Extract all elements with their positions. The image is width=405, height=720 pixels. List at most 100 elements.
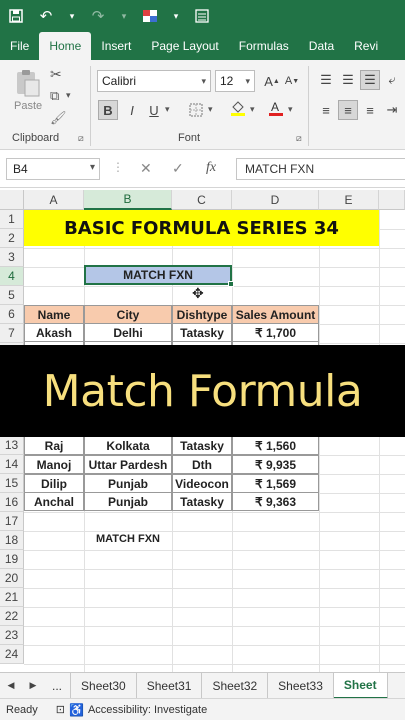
tab-formulas[interactable]: Formulas [229,32,299,60]
tab-insert[interactable]: Insert [91,32,141,60]
table-header[interactable]: Name [24,305,84,324]
form-icon[interactable] [194,8,210,24]
row-header[interactable]: 17 [0,512,24,531]
table-format-icon[interactable] [142,8,158,24]
paste-icon[interactable] [12,68,42,98]
borders-icon[interactable] [186,100,206,120]
row-header[interactable]: 3 [0,248,24,267]
table-cell[interactable]: Uttar Pardesh [84,455,172,474]
row-header[interactable]: 18 [0,531,24,550]
table-cell[interactable]: Dilip [24,474,84,493]
undo-icon[interactable]: ↶ [38,8,54,25]
wrap-text-icon[interactable]: ⤶ [382,70,402,90]
fill-handle[interactable] [228,281,234,287]
insert-function-button[interactable]: fx [206,160,216,176]
row-header[interactable]: 5 [0,286,24,305]
column-header-f[interactable] [379,190,405,210]
row-header[interactable]: 7 [0,324,24,343]
table-cell[interactable]: ₹ 9,363 [232,492,319,511]
table-cell[interactable]: Punjab [84,474,172,493]
sheet-tab-active[interactable]: Sheet [333,672,388,699]
bold-button[interactable]: B [98,100,118,120]
tab-data[interactable]: Data [299,32,344,60]
row-header[interactable]: 16 [0,493,24,512]
row-header[interactable]: 19 [0,550,24,569]
cell-b18[interactable]: MATCH FXN [84,529,172,548]
underline-button[interactable]: U [144,100,164,120]
paste-label[interactable]: Paste [14,100,42,112]
row-header[interactable]: 15 [0,474,24,493]
format-painter-icon[interactable]: 🖌 [50,110,67,126]
row-header[interactable]: 22 [0,607,24,626]
column-header-c[interactable]: C [172,190,232,210]
copy-icon[interactable]: ⧉ [50,88,59,104]
sheet-tab-sheet31[interactable]: Sheet31 [137,672,203,699]
tab-review[interactable]: Revi [344,32,388,60]
italic-button[interactable]: I [122,100,142,120]
table-cell[interactable]: Akash [24,323,84,342]
table-cell[interactable]: Anchal [24,492,84,511]
column-header-e[interactable]: E [319,190,379,210]
cancel-icon[interactable]: ✕ [140,160,152,177]
chevron-down-icon[interactable]: ▾ [208,104,213,115]
table-cell[interactable]: Manoj [24,455,84,474]
table-cell[interactable]: Kolkata [84,436,172,455]
table-cell[interactable]: ₹ 1,569 [232,474,319,493]
row-header[interactable]: 23 [0,626,24,645]
name-box[interactable]: B4 ▾ [6,158,100,180]
font-name-select[interactable]: Calibri ▾ [97,70,211,92]
formula-input[interactable]: MATCH FXN [236,158,405,180]
chevron-down-icon[interactable]: ▾ [288,104,293,115]
row-header[interactable]: 21 [0,588,24,607]
row-header[interactable]: 24 [0,645,24,664]
table-cell[interactable]: ₹ 1,560 [232,436,319,455]
table-cell[interactable]: Delhi [84,323,172,342]
table-header[interactable]: City [84,305,172,324]
sheet-tab-sheet30[interactable]: Sheet30 [71,672,137,699]
sheet-tab-sheet32[interactable]: Sheet32 [202,672,269,699]
font-size-select[interactable]: 12 ▾ [215,70,255,92]
indent-icon[interactable]: ⇥ [382,100,402,120]
table-cell[interactable]: Tatasky [172,323,232,342]
table-header[interactable]: Dishtype [172,305,232,324]
decrease-font-icon[interactable]: A ▼ [282,71,302,91]
dialog-launcher-icon[interactable]: ⧄ [296,133,302,144]
scroll-left-icon[interactable]: ◀ [0,680,22,691]
enter-icon[interactable]: ✓ [172,160,184,177]
chevron-down-icon[interactable]: ▾ [120,8,128,24]
row-header[interactable]: 1 [0,210,24,229]
table-cell[interactable]: ₹ 9,935 [232,455,319,474]
sheet-tab-sheet33[interactable]: Sheet33 [268,672,334,699]
accessibility-status[interactable]: ⊡ ♿ Accessibility: Investigate [56,703,207,717]
fill-color-icon[interactable] [228,98,248,118]
tab-home[interactable]: Home [39,32,92,60]
more-sheets-button[interactable]: ... [44,672,72,699]
row-header[interactable]: 2 [0,229,24,248]
increase-font-icon[interactable]: A ▲ [262,71,282,91]
select-all-corner[interactable] [0,190,24,210]
align-bottom-icon[interactable]: ☰ [360,70,380,90]
row-header[interactable]: 6 [0,305,24,324]
table-cell[interactable]: Tatasky [172,492,232,511]
table-cell[interactable]: ₹ 1,700 [232,323,319,342]
save-icon[interactable] [8,8,24,24]
chevron-down-icon[interactable]: ▾ [66,90,71,101]
chevron-down-icon[interactable]: ▾ [165,104,170,115]
column-header-b[interactable]: B [84,190,172,210]
column-header-d[interactable]: D [232,190,319,210]
dialog-launcher-icon[interactable]: ⧄ [78,133,84,144]
active-cell-b4[interactable]: MATCH FXN [84,265,234,287]
align-top-icon[interactable]: ☰ [316,70,336,90]
row-header[interactable]: 13 [0,436,24,455]
chevron-down-icon[interactable]: ▾ [68,8,76,24]
scroll-right-icon[interactable]: ▶ [22,680,44,691]
table-cell[interactable]: Punjab [84,492,172,511]
tab-page-layout[interactable]: Page Layout [141,32,228,60]
align-middle-icon[interactable]: ☰ [338,70,358,90]
font-color-icon[interactable]: A [266,98,286,118]
table-cell[interactable]: Tatasky [172,436,232,455]
chevron-down-icon[interactable]: ▾ [250,104,255,115]
table-cell[interactable]: Raj [24,436,84,455]
tab-file[interactable]: File [0,32,39,60]
row-header[interactable]: 14 [0,455,24,474]
